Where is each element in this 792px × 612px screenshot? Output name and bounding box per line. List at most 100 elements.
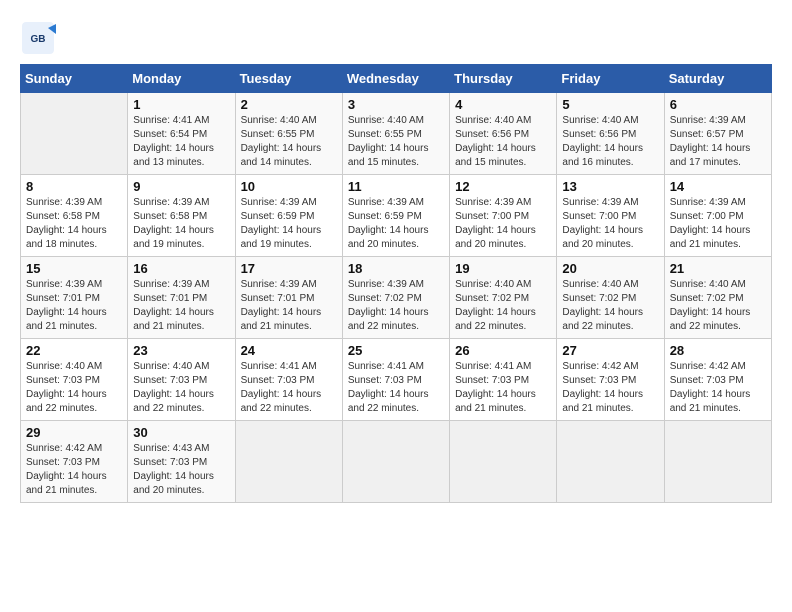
day-info: Sunrise: 4:42 AMSunset: 7:03 PMDaylight:… xyxy=(562,360,658,416)
weekday-header-saturday: Saturday xyxy=(664,65,771,93)
calendar-week-row: 8 Sunrise: 4:39 AMSunset: 6:58 PMDayligh… xyxy=(21,175,772,257)
day-info: Sunrise: 4:39 AMSunset: 6:59 PMDaylight:… xyxy=(241,196,337,252)
day-number: 8 xyxy=(26,179,122,194)
calendar-day-cell: 15 Sunrise: 4:39 AMSunset: 7:01 PMDaylig… xyxy=(21,257,128,339)
calendar-week-row: 1 Sunrise: 4:41 AMSunset: 6:54 PMDayligh… xyxy=(21,93,772,175)
calendar-day-cell: 16 Sunrise: 4:39 AMSunset: 7:01 PMDaylig… xyxy=(128,257,235,339)
empty-cell xyxy=(557,421,664,503)
day-number: 28 xyxy=(670,343,766,358)
day-number: 21 xyxy=(670,261,766,276)
day-info: Sunrise: 4:39 AMSunset: 6:57 PMDaylight:… xyxy=(670,114,766,170)
day-info: Sunrise: 4:39 AMSunset: 7:02 PMDaylight:… xyxy=(348,278,444,334)
svg-text:GB: GB xyxy=(31,34,46,45)
calendar-day-cell: 28 Sunrise: 4:42 AMSunset: 7:03 PMDaylig… xyxy=(664,339,771,421)
day-number: 10 xyxy=(241,179,337,194)
calendar-day-cell: 5 Sunrise: 4:40 AMSunset: 6:56 PMDayligh… xyxy=(557,93,664,175)
calendar-day-cell: 11 Sunrise: 4:39 AMSunset: 6:59 PMDaylig… xyxy=(342,175,449,257)
day-number: 24 xyxy=(241,343,337,358)
day-number: 17 xyxy=(241,261,337,276)
calendar-day-cell: 10 Sunrise: 4:39 AMSunset: 6:59 PMDaylig… xyxy=(235,175,342,257)
calendar-day-cell: 18 Sunrise: 4:39 AMSunset: 7:02 PMDaylig… xyxy=(342,257,449,339)
calendar-day-cell: 29 Sunrise: 4:42 AMSunset: 7:03 PMDaylig… xyxy=(21,421,128,503)
calendar-week-row: 29 Sunrise: 4:42 AMSunset: 7:03 PMDaylig… xyxy=(21,421,772,503)
day-number: 30 xyxy=(133,425,229,440)
day-info: Sunrise: 4:41 AMSunset: 6:54 PMDaylight:… xyxy=(133,114,229,170)
day-info: Sunrise: 4:40 AMSunset: 6:55 PMDaylight:… xyxy=(241,114,337,170)
weekday-header-tuesday: Tuesday xyxy=(235,65,342,93)
day-number: 27 xyxy=(562,343,658,358)
weekday-header-row: SundayMondayTuesdayWednesdayThursdayFrid… xyxy=(21,65,772,93)
day-info: Sunrise: 4:39 AMSunset: 7:00 PMDaylight:… xyxy=(455,196,551,252)
calendar-day-cell: 27 Sunrise: 4:42 AMSunset: 7:03 PMDaylig… xyxy=(557,339,664,421)
empty-cell xyxy=(450,421,557,503)
weekday-header-wednesday: Wednesday xyxy=(342,65,449,93)
empty-cell xyxy=(664,421,771,503)
day-number: 5 xyxy=(562,97,658,112)
day-info: Sunrise: 4:39 AMSunset: 6:58 PMDaylight:… xyxy=(133,196,229,252)
day-info: Sunrise: 4:40 AMSunset: 6:56 PMDaylight:… xyxy=(562,114,658,170)
day-info: Sunrise: 4:40 AMSunset: 6:56 PMDaylight:… xyxy=(455,114,551,170)
calendar-day-cell: 8 Sunrise: 4:39 AMSunset: 6:58 PMDayligh… xyxy=(21,175,128,257)
day-number: 13 xyxy=(562,179,658,194)
day-info: Sunrise: 4:39 AMSunset: 7:00 PMDaylight:… xyxy=(562,196,658,252)
calendar-day-cell: 20 Sunrise: 4:40 AMSunset: 7:02 PMDaylig… xyxy=(557,257,664,339)
day-number: 11 xyxy=(348,179,444,194)
day-info: Sunrise: 4:39 AMSunset: 7:01 PMDaylight:… xyxy=(241,278,337,334)
logo: GB xyxy=(20,20,62,56)
day-number: 18 xyxy=(348,261,444,276)
day-number: 26 xyxy=(455,343,551,358)
day-info: Sunrise: 4:41 AMSunset: 7:03 PMDaylight:… xyxy=(455,360,551,416)
day-number: 25 xyxy=(348,343,444,358)
day-number: 6 xyxy=(670,97,766,112)
day-number: 22 xyxy=(26,343,122,358)
page-header: GB xyxy=(20,20,772,56)
day-info: Sunrise: 4:41 AMSunset: 7:03 PMDaylight:… xyxy=(348,360,444,416)
calendar-day-cell: 23 Sunrise: 4:40 AMSunset: 7:03 PMDaylig… xyxy=(128,339,235,421)
calendar-day-cell: 9 Sunrise: 4:39 AMSunset: 6:58 PMDayligh… xyxy=(128,175,235,257)
empty-cell xyxy=(342,421,449,503)
day-number: 19 xyxy=(455,261,551,276)
weekday-header-sunday: Sunday xyxy=(21,65,128,93)
weekday-header-monday: Monday xyxy=(128,65,235,93)
calendar-table: SundayMondayTuesdayWednesdayThursdayFrid… xyxy=(20,64,772,503)
day-number: 1 xyxy=(133,97,229,112)
day-number: 16 xyxy=(133,261,229,276)
calendar-day-cell: 21 Sunrise: 4:40 AMSunset: 7:02 PMDaylig… xyxy=(664,257,771,339)
day-info: Sunrise: 4:42 AMSunset: 7:03 PMDaylight:… xyxy=(670,360,766,416)
day-info: Sunrise: 4:40 AMSunset: 7:02 PMDaylight:… xyxy=(562,278,658,334)
day-info: Sunrise: 4:40 AMSunset: 7:03 PMDaylight:… xyxy=(133,360,229,416)
day-info: Sunrise: 4:39 AMSunset: 6:59 PMDaylight:… xyxy=(348,196,444,252)
day-number: 14 xyxy=(670,179,766,194)
calendar-week-row: 22 Sunrise: 4:40 AMSunset: 7:03 PMDaylig… xyxy=(21,339,772,421)
day-info: Sunrise: 4:39 AMSunset: 7:00 PMDaylight:… xyxy=(670,196,766,252)
day-number: 2 xyxy=(241,97,337,112)
day-number: 29 xyxy=(26,425,122,440)
logo-icon: GB xyxy=(20,20,56,56)
day-info: Sunrise: 4:39 AMSunset: 7:01 PMDaylight:… xyxy=(133,278,229,334)
day-number: 23 xyxy=(133,343,229,358)
day-info: Sunrise: 4:42 AMSunset: 7:03 PMDaylight:… xyxy=(26,442,122,498)
calendar-day-cell: 19 Sunrise: 4:40 AMSunset: 7:02 PMDaylig… xyxy=(450,257,557,339)
calendar-day-cell: 1 Sunrise: 4:41 AMSunset: 6:54 PMDayligh… xyxy=(128,93,235,175)
weekday-header-friday: Friday xyxy=(557,65,664,93)
calendar-day-cell: 26 Sunrise: 4:41 AMSunset: 7:03 PMDaylig… xyxy=(450,339,557,421)
calendar-day-cell: 17 Sunrise: 4:39 AMSunset: 7:01 PMDaylig… xyxy=(235,257,342,339)
day-info: Sunrise: 4:41 AMSunset: 7:03 PMDaylight:… xyxy=(241,360,337,416)
calendar-day-cell: 22 Sunrise: 4:40 AMSunset: 7:03 PMDaylig… xyxy=(21,339,128,421)
calendar-week-row: 15 Sunrise: 4:39 AMSunset: 7:01 PMDaylig… xyxy=(21,257,772,339)
empty-cell xyxy=(21,93,128,175)
day-info: Sunrise: 4:40 AMSunset: 7:02 PMDaylight:… xyxy=(455,278,551,334)
calendar-day-cell: 13 Sunrise: 4:39 AMSunset: 7:00 PMDaylig… xyxy=(557,175,664,257)
calendar-day-cell: 30 Sunrise: 4:43 AMSunset: 7:03 PMDaylig… xyxy=(128,421,235,503)
calendar-day-cell: 14 Sunrise: 4:39 AMSunset: 7:00 PMDaylig… xyxy=(664,175,771,257)
calendar-day-cell: 6 Sunrise: 4:39 AMSunset: 6:57 PMDayligh… xyxy=(664,93,771,175)
day-info: Sunrise: 4:40 AMSunset: 7:02 PMDaylight:… xyxy=(670,278,766,334)
day-info: Sunrise: 4:39 AMSunset: 6:58 PMDaylight:… xyxy=(26,196,122,252)
calendar-day-cell: 3 Sunrise: 4:40 AMSunset: 6:55 PMDayligh… xyxy=(342,93,449,175)
day-info: Sunrise: 4:40 AMSunset: 7:03 PMDaylight:… xyxy=(26,360,122,416)
day-number: 3 xyxy=(348,97,444,112)
calendar-day-cell: 2 Sunrise: 4:40 AMSunset: 6:55 PMDayligh… xyxy=(235,93,342,175)
day-info: Sunrise: 4:40 AMSunset: 6:55 PMDaylight:… xyxy=(348,114,444,170)
calendar-day-cell: 25 Sunrise: 4:41 AMSunset: 7:03 PMDaylig… xyxy=(342,339,449,421)
day-number: 9 xyxy=(133,179,229,194)
